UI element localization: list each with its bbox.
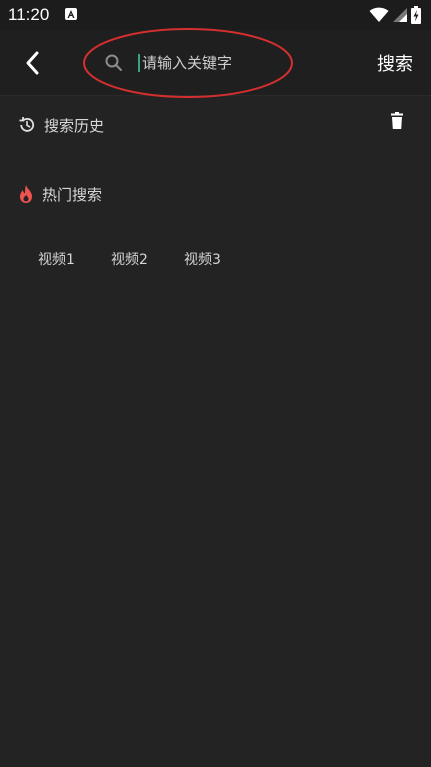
- back-button[interactable]: [20, 50, 46, 76]
- wifi-icon: [369, 7, 389, 22]
- status-time: 11:20: [8, 5, 50, 24]
- status-icons: [369, 6, 421, 24]
- hot-search-header: 热门搜索: [18, 182, 102, 206]
- trash-icon: [391, 112, 403, 129]
- search-toolbar: 搜索: [0, 30, 431, 96]
- hot-search-title: 热门搜索: [42, 185, 103, 204]
- clear-history-button[interactable]: [389, 112, 405, 130]
- fire-icon: [20, 185, 32, 203]
- app-notification-icon: [65, 8, 77, 20]
- search-icon: [105, 54, 122, 71]
- search-box[interactable]: [92, 42, 288, 84]
- search-button[interactable]: 搜索: [377, 50, 413, 76]
- battery-icon: [411, 6, 421, 24]
- search-history-header: 搜索历史: [18, 113, 104, 137]
- hot-search-tags: 视频1 视频2 视频3: [20, 246, 239, 272]
- history-icon: [19, 117, 35, 132]
- hot-search-tag[interactable]: 视频1: [20, 246, 93, 272]
- search-screen: 11:20 搜索: [0, 0, 431, 767]
- hot-search-tag[interactable]: 视频3: [166, 246, 239, 272]
- signal-icon: [393, 8, 407, 22]
- back-arrow-icon: [26, 51, 39, 75]
- search-input[interactable]: [138, 54, 278, 72]
- status-bar: 11:20: [0, 0, 431, 30]
- search-history-title: 搜索历史: [44, 116, 105, 135]
- hot-search-tag[interactable]: 视频2: [93, 246, 166, 272]
